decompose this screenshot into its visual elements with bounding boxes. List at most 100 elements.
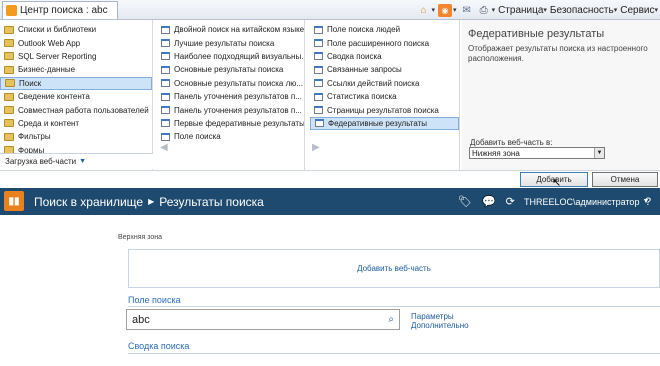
webpart-item[interactable]: Ссылки действий поиска [310,77,459,90]
summary-webpart-title[interactable]: Сводка поиска [128,341,189,351]
webpart-icon [314,79,323,88]
category-item[interactable]: Совместная работа пользователей [0,103,152,116]
webpart-item[interactable]: Поле расширенного поиска [310,36,459,49]
zone-select-value: Нижняя зона [472,148,520,158]
help-icon[interactable]: ? [645,188,651,215]
breadcrumb-site[interactable]: Поиск в хранилище [34,195,143,209]
webpart-icon [161,79,170,88]
zone-select[interactable]: Нижняя зона ▼ [469,147,605,159]
upload-webpart-menu[interactable]: Загрузка веб-части ▼ [0,153,153,169]
refresh-icon[interactable]: ⟳ [506,195,515,208]
home-icon[interactable]: ⌂ [417,4,431,17]
mail-icon[interactable]: ✉ [460,4,474,17]
add-webpart-zone[interactable]: Добавить веб-часть [128,249,660,288]
cancel-button[interactable]: Отмена [592,172,658,187]
webpart-item-label: Поле расширенного поиска [327,38,430,48]
notes-icon[interactable]: 💬 [482,195,496,208]
webpart-item[interactable]: Наиболее подходящий визуальны... [157,50,304,63]
page-menu[interactable]: Страница ▾ [498,5,547,16]
browser-tab[interactable]: Центр поиска : abc [2,1,118,19]
user-menu[interactable]: THREELOC\администратор ▼ [524,188,649,215]
print-dropdown-icon[interactable]: ▾ [492,6,496,14]
dropdown-arrow-icon[interactable]: ▼ [594,148,604,158]
previous-page-icon[interactable]: ◀ [160,142,168,153]
security-menu-label: Безопасность [549,4,614,16]
webpart-item[interactable]: Основные результаты поиска [157,63,304,76]
category-item-label: Совместная работа пользователей [18,105,149,115]
webpart-icon [314,52,323,61]
webpart-description: Федеративные результаты Отображает резул… [462,20,660,170]
webpart-item[interactable]: Первые федеративные результаты [157,117,304,130]
searchbox-webpart-title[interactable]: Поле поиска [128,295,181,305]
add-webpart-link[interactable]: Добавить веб-часть [357,264,431,273]
webpart-item-label: Ссылки действий поиска [327,78,420,88]
rss-dropdown-icon[interactable]: ▾ [453,6,457,14]
webpart-icon [161,119,170,128]
service-menu[interactable]: Сервис ▾ [620,5,658,16]
webpart-item[interactable]: Лучшие результаты поиска [157,36,304,49]
category-item[interactable]: Среда и контент [0,117,152,130]
webpart-item-label: Основные результаты поиска [174,65,284,75]
webpart-icon [161,92,170,101]
upload-webpart-label: Загрузка веб-части [5,157,77,166]
folder-icon [4,132,14,141]
webpart-item-label: Связанные запросы [327,65,402,75]
category-item-label: Списки и библиотеки [18,25,97,35]
webpart-item[interactable]: Поле поиска [157,130,304,143]
home-dropdown-icon[interactable]: ▾ [432,6,436,14]
webpart-item-label: Панель уточнения результатов п... [174,105,302,115]
print-icon[interactable]: ⎙ [477,4,491,17]
webpart-item[interactable]: Двойной поиск на китайском языке [157,23,304,36]
webpart-icon [314,106,323,115]
webpart-icon [314,39,323,48]
advanced-link[interactable]: Дополнительно [411,321,469,330]
security-menu[interactable]: Безопасность ▾ [550,5,617,16]
rss-icon[interactable]: ◉ [438,3,453,17]
webpart-icon [161,106,170,115]
next-page-icon[interactable]: ▶ [312,142,320,153]
sharepoint-logo-icon[interactable]: ▮▮ [4,191,24,211]
webpart-item-label: Лучшие результаты поиска [174,38,275,48]
suite-bar: ▮▮ Поиск в хранилище ▶ Результаты поиска… [0,188,660,215]
preferences-link[interactable]: Параметры [411,312,469,321]
webpart-icon [161,65,170,74]
webpart-list-2: Поле поиска людей Поле расширенного поиск… [310,20,460,170]
webpart-item[interactable]: Связанные запросы [310,63,459,76]
webpart-icon [161,25,170,34]
search-icon[interactable]: ⌕ [388,314,394,325]
category-item[interactable]: Бизнес-данные [0,63,152,76]
webpart-item[interactable]: Страницы результатов поиска [310,103,459,116]
webpart-item[interactable]: Сводка поиска [310,50,459,63]
webpart-item[interactable]: Панель уточнения результатов п... [157,90,304,103]
category-item[interactable]: Фильтры [0,130,152,143]
category-item[interactable]: SQL Server Reporting [0,50,152,63]
service-menu-label: Сервис [620,4,655,16]
category-item[interactable]: Поиск [0,76,152,90]
webpart-gallery: Списки и библиотеки Outlook Web App SQL Se… [0,20,660,170]
webpart-item[interactable]: Панель уточнения результатов п... [157,103,304,116]
webpart-icon [314,65,323,74]
folder-icon [4,52,14,61]
category-item-label: Среда и контент [18,118,80,128]
category-list: Списки и библиотеки Outlook Web App SQL Se… [0,20,153,170]
folder-icon [4,25,14,34]
category-item[interactable]: Сведение контента [0,90,152,103]
search-options: Параметры Дополнительно [411,312,469,330]
category-item-label: Поиск [19,78,42,88]
webpart-item[interactable]: Статистика поиска [310,90,459,103]
search-input[interactable]: abc ⌕ [126,309,400,330]
tag-icon[interactable]: 🏷 [458,195,472,208]
category-item[interactable]: Outlook Web App [0,36,152,49]
webpart-item[interactable]: Основные результаты поиска лю... [157,77,304,90]
webpart-item-label: Двойной поиск на китайском языке [174,25,304,35]
webpart-item[interactable]: Поле поиска людей [310,23,459,36]
page-menu-label: Страница [498,4,544,16]
webpart-item-label: Первые федеративные результаты [174,118,304,128]
webpart-item[interactable]: Федеративные результаты [310,116,459,131]
folder-icon [4,106,14,115]
search-input-value: abc [132,313,150,326]
chevron-down-icon: ▾ [543,7,547,14]
webpart-icon [161,132,170,141]
description-title: Федеративные результаты [468,28,605,40]
category-item[interactable]: Списки и библиотеки [0,23,152,36]
